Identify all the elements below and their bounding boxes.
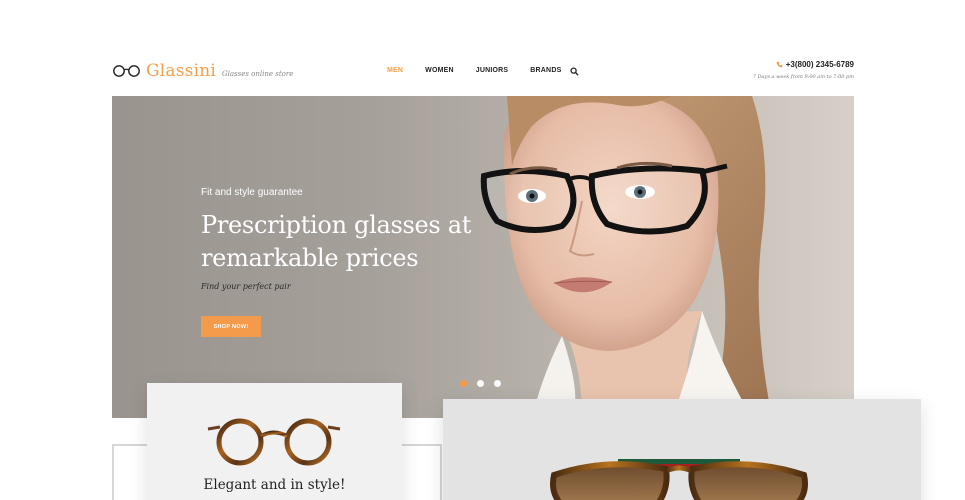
shop-now-button[interactable]: SHOP NOW! [201, 316, 261, 337]
phone-number: +3(800) 2345-6789 [785, 60, 854, 69]
glasses-logo-icon [113, 65, 140, 77]
hero-subtitle: Find your perfect pair [201, 282, 291, 291]
phone-icon [776, 61, 783, 68]
promo-card-aviator[interactable] [443, 399, 921, 500]
search-icon[interactable] [570, 67, 579, 76]
main-nav: MEN WOMEN JUNIORS BRANDS [387, 67, 583, 74]
phone-line[interactable]: +3(800) 2345-6789 [753, 60, 854, 69]
contact-info: +3(800) 2345-6789 7 Days a week from 9:0… [753, 60, 854, 80]
promo-card-elegant[interactable]: Elegant and in style! [147, 383, 402, 500]
brand-name: Glassini [146, 61, 217, 81]
nav-juniors[interactable]: JUNIORS [476, 67, 509, 74]
nav-women[interactable]: WOMEN [425, 67, 454, 74]
nav-brands[interactable]: BRANDS [530, 67, 561, 74]
nav-men[interactable]: MEN [387, 67, 403, 74]
opening-hours: 7 Days a week from 9:00 am to 7:00 pm [752, 74, 854, 80]
hero-kicker: Fit and style guarantee [201, 187, 303, 198]
round-glasses-image [207, 418, 341, 466]
hero-slider: Fit and style guarantee Prescription gla… [112, 96, 854, 418]
slider-dot-1[interactable] [460, 380, 467, 387]
hero-title: Prescription glasses at remarkable price… [201, 211, 472, 272]
promo-card-title: Elegant and in style! [203, 477, 346, 493]
slider-dot-2[interactable] [477, 380, 484, 387]
slider-dot-3[interactable] [494, 380, 501, 387]
brand-tagline: Glasses online store [222, 69, 294, 78]
aviator-sunglasses-image [550, 459, 808, 500]
slider-pagination [460, 380, 501, 387]
logo[interactable]: Glassini Glasses online store [112, 60, 293, 82]
